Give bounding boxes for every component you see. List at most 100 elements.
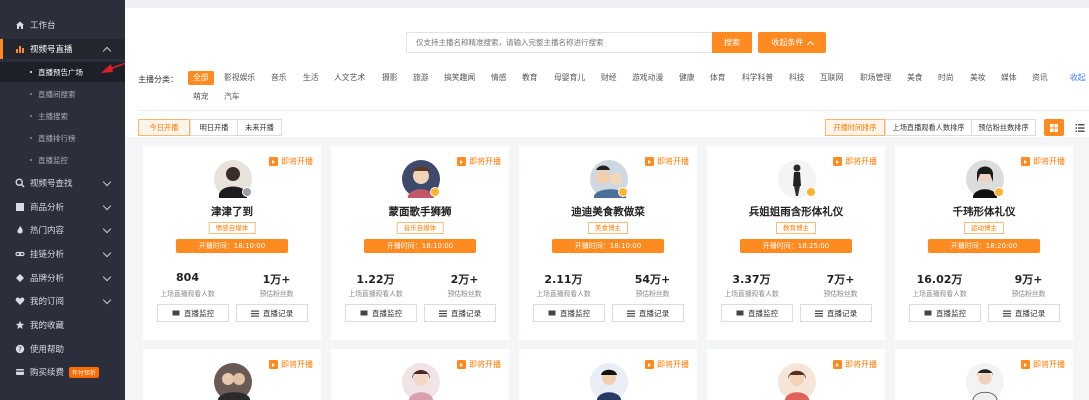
category-item[interactable]: 体育 [710,71,726,85]
monitor-button[interactable]: 直播监控 [157,304,229,322]
anchor-card[interactable]: 即将开播 [895,349,1073,400]
category-item[interactable]: 旅游 [413,71,429,85]
filter-future[interactable]: 未来开播 [237,119,282,136]
sidebar-sub-ranking[interactable]: 直播排行榜 [0,128,125,148]
category-item[interactable]: 财经 [601,71,617,85]
avatar[interactable] [778,363,818,400]
category-item[interactable]: 教育 [522,71,538,85]
category-item[interactable]: 美食 [907,71,923,85]
category-item[interactable]: 健康 [679,71,695,85]
anchor-name: 千玮形体礼仪 [952,206,1016,218]
category-item[interactable]: 科学科普 [742,71,773,85]
soon-badge: 即将开播 [833,359,877,370]
category-item[interactable]: 资讯 [1032,71,1048,85]
sidebar-item-link-analysis[interactable]: 挂链分析 [0,244,125,264]
watchers-value: 16.02万 [916,273,963,286]
anchor-card[interactable]: 即将开播 [143,349,321,400]
list-icon [250,310,259,317]
records-button[interactable]: 直播记录 [988,304,1060,322]
avatar[interactable] [966,363,1006,400]
search-input[interactable] [406,32,712,53]
sidebar-sub-anchor-search[interactable]: 主播搜索 [0,106,125,126]
category-item[interactable]: 生活 [303,71,319,85]
avatar[interactable] [778,160,818,200]
sidebar-item-help[interactable]: ? 使用帮助 [0,339,125,359]
anchor-card[interactable]: 即将开播 [707,349,885,400]
category-item[interactable]: 互联网 [820,71,843,85]
divider [138,110,1089,111]
category-item[interactable]: 人文艺术 [334,71,365,85]
monitor-button[interactable]: 直播监控 [721,304,793,322]
anchor-card[interactable]: 即将开播 迪迪美食教做菜 美食博主 开播时间：18:10:00 2.11万 54… [519,146,697,340]
sidebar-sub-monitor[interactable]: 直播监控 [0,150,125,170]
category-item[interactable]: 游戏动漫 [632,71,663,85]
live-calendar-icon [645,157,654,166]
svg-text:?: ? [18,346,22,354]
records-button[interactable]: 直播记录 [424,304,496,322]
grid-view-icon[interactable] [1044,119,1064,136]
monitor-button[interactable]: 直播监控 [345,304,417,322]
sidebar-item-hot-content[interactable]: 热门内容 [0,220,125,240]
avatar[interactable] [214,160,254,200]
anchor-card[interactable]: 即将开播 千玮形体礼仪 运动博主 开播时间：18:20:00 16.02万 9万… [895,146,1073,340]
filter-today[interactable]: 今日开播 [138,119,190,136]
records-button[interactable]: 直播记录 [612,304,684,322]
star-icon [15,320,25,330]
category-item[interactable]: 职场管理 [860,71,891,85]
category-all[interactable]: 全部 [188,71,214,85]
category-collapse-link[interactable]: 收起 [1070,71,1086,85]
sort-by-watchers[interactable]: 上场直播观看人数排序 [885,119,972,136]
avatar[interactable] [214,363,254,400]
anchor-card[interactable]: 即将开播 [331,349,509,400]
sidebar-item-subscribe[interactable]: 我的订阅 [0,291,125,311]
search-button[interactable]: 搜索 [712,32,752,53]
category-item[interactable]: 美妆 [970,71,986,85]
category-item[interactable]: 情感 [491,71,507,85]
category-item[interactable]: 母婴育儿 [554,71,585,85]
chevron-down-icon [102,201,112,211]
records-button[interactable]: 直播记录 [800,304,872,322]
sort-by-fans[interactable]: 预估粉丝数排序 [971,119,1036,136]
category-item[interactable]: 萌宠 [193,90,209,104]
anchor-card[interactable]: 即将开播 津津了到 情感自媒体 开播时间：18:10:00 804 1万+ 上场… [143,146,321,340]
avatar[interactable] [402,160,442,200]
records-button[interactable]: 直播记录 [236,304,308,322]
avatar[interactable] [966,160,1006,200]
category-item[interactable]: 影视娱乐 [224,71,255,85]
anchor-card[interactable]: 即将开播 [519,349,697,400]
sort-by-time[interactable]: 开播时间排序 [825,119,885,136]
soon-badge: 即将开播 [457,359,501,370]
verified-badge-icon [430,187,440,197]
start-time-bar: 开播时间：18:10:00 [364,239,476,253]
monitor-button[interactable]: 直播监控 [533,304,605,322]
monitor-icon [172,310,180,315]
sidebar-item-goods[interactable]: 商品分析 [0,197,125,217]
category-item[interactable]: 摄影 [382,71,398,85]
sidebar-item-purchase[interactable]: 购买续费 年付钜折 [0,362,125,382]
watchers-value: 804 [176,271,199,284]
filter-tomorrow[interactable]: 明日开播 [190,119,238,136]
anchor-card[interactable]: 即将开播 蒙面歌手狮狮 音乐自媒体 开播时间：18:10:00 1.22万 2万… [331,146,509,340]
list-view-icon[interactable] [1070,119,1089,136]
monitor-button[interactable]: 直播监控 [909,304,981,322]
sidebar-item-favorites[interactable]: 我的收藏 [0,315,125,335]
category-item[interactable]: 搞笑趣闻 [444,71,475,85]
category-item[interactable]: 媒体 [1001,71,1017,85]
avatar[interactable] [590,363,630,400]
category-item[interactable]: 时尚 [938,71,954,85]
category-item[interactable]: 汽车 [224,90,240,104]
avatar[interactable] [402,363,442,400]
sidebar-item-workbench[interactable]: 工作台 [0,15,125,35]
sidebar-item-video-search[interactable]: 视频号查找 [0,173,125,193]
verified-badge-icon [618,187,628,197]
chevron-down-icon [102,177,112,187]
sidebar-item-brand[interactable]: 品牌分析 [0,268,125,288]
live-calendar-icon [1021,157,1030,166]
chevron-down-icon [102,224,112,234]
anchor-card[interactable]: 即将开播 兵姐姐雨含形体礼仪 教育博主 开播时间：18:25:00 3.37万 … [707,146,885,340]
avatar[interactable] [590,160,630,200]
category-item[interactable]: 音乐 [271,71,287,85]
category-item[interactable]: 科技 [789,71,805,85]
collapse-conditions-button[interactable]: 收起条件 [758,32,826,53]
sidebar-sub-room-search[interactable]: 直播间搜索 [0,84,125,104]
